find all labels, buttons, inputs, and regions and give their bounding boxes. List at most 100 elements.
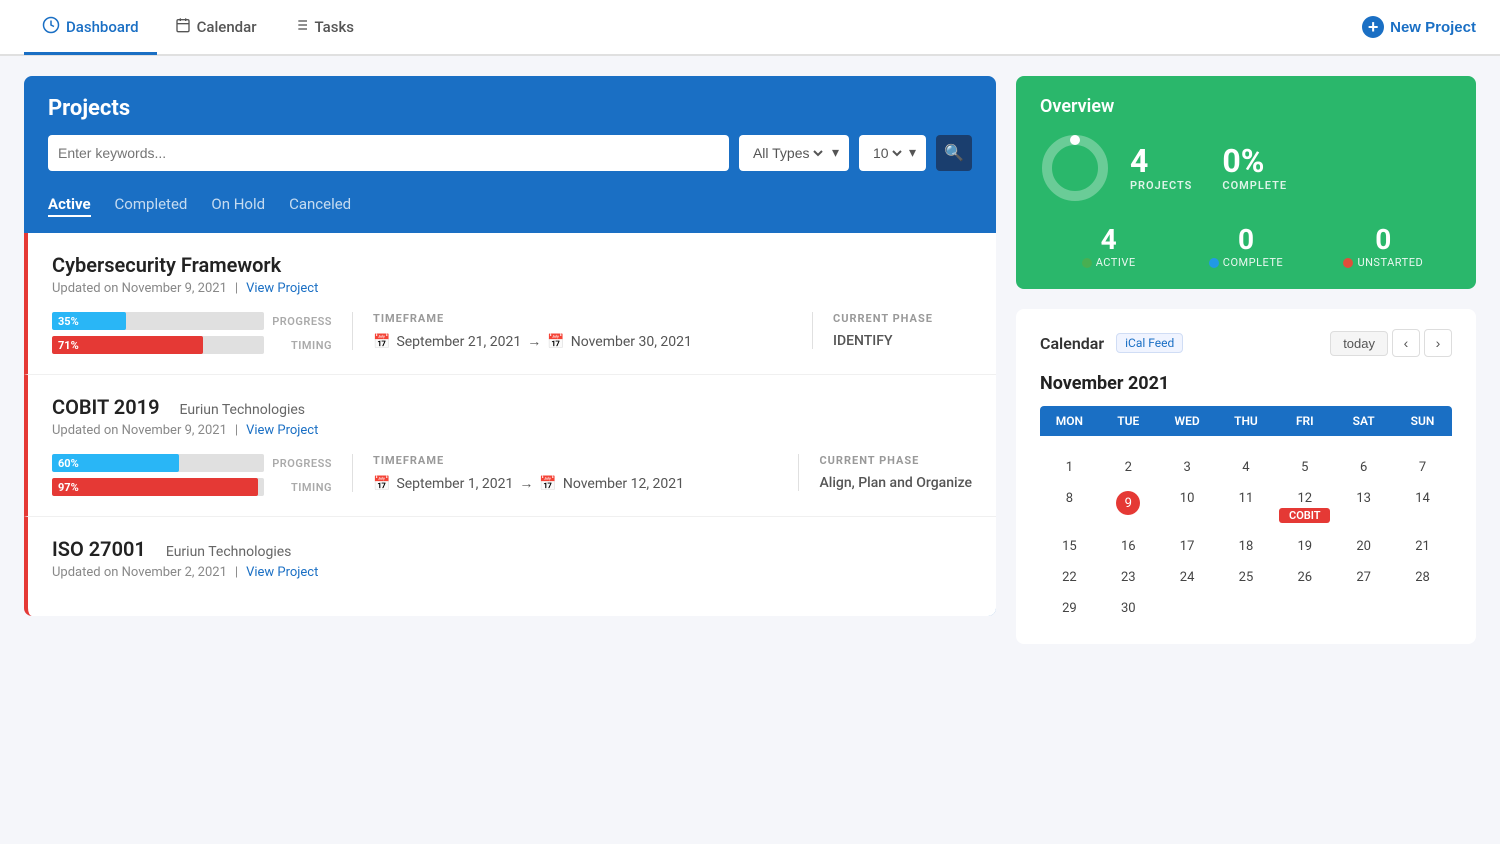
- nav-tasks-label: Tasks: [315, 18, 355, 36]
- project-updated-1: Updated on November 9, 2021: [52, 281, 227, 296]
- calendar-day-6[interactable]: 6: [1334, 452, 1393, 483]
- calendar-day-20[interactable]: 20: [1334, 531, 1393, 562]
- calendar-body: 123456789101112COBIT13141516171819202122…: [1040, 436, 1452, 624]
- day-header-sun: SUN: [1393, 406, 1452, 436]
- nav-calendar-label: Calendar: [197, 18, 257, 36]
- count-select-wrap[interactable]: 10 ▾: [859, 135, 926, 171]
- calendar-day-4[interactable]: 4: [1217, 452, 1276, 483]
- ical-badge[interactable]: iCal Feed: [1116, 333, 1183, 353]
- timing-label-1: TIMING: [272, 339, 332, 352]
- project-view-link-1[interactable]: View Project: [246, 281, 318, 296]
- calendar-day-30[interactable]: 30: [1099, 593, 1158, 624]
- filter-tabs: Active Completed On Hold Canceled: [24, 187, 996, 233]
- prev-month-button[interactable]: ‹: [1392, 329, 1420, 357]
- calendar-day-22[interactable]: 22: [1040, 562, 1099, 593]
- calendar-day-14[interactable]: 14: [1393, 483, 1452, 531]
- calendar-empty: [1158, 593, 1217, 624]
- filter-tab-completed[interactable]: Completed: [115, 195, 188, 217]
- calendar-week-3: 15161718192021: [1040, 531, 1452, 562]
- overview-bottom: 4 ACTIVE 0 COMPLETE 0: [1040, 223, 1452, 269]
- calendar-empty: [1393, 593, 1452, 624]
- calendar-day-18[interactable]: 18: [1217, 531, 1276, 562]
- project-view-link-3[interactable]: View Project: [246, 565, 318, 580]
- calendar-day-5[interactable]: 5: [1275, 452, 1334, 483]
- calendar-day-16[interactable]: 16: [1099, 531, 1158, 562]
- calendar-empty: [1217, 593, 1276, 624]
- complete-pct-label: COMPLETE: [1222, 179, 1287, 192]
- calendar-day-19[interactable]: 19: [1275, 531, 1334, 562]
- calendar-day-15[interactable]: 15: [1040, 531, 1099, 562]
- tasks-nav-icon: [293, 17, 309, 37]
- calendar-day-12[interactable]: 12COBIT: [1275, 483, 1334, 531]
- calendar-day-28[interactable]: 28: [1393, 562, 1452, 593]
- project-company-2: Euriun Technologies: [180, 402, 306, 418]
- day-header-mon: MON: [1040, 406, 1099, 436]
- project-name-1: Cybersecurity Framework: [52, 253, 972, 277]
- phase-section-2: CURRENT PHASE Align, Plan and Organize: [798, 454, 972, 491]
- calendar-empty: [1217, 436, 1276, 452]
- timing-bar-fill-1: 71%: [52, 336, 203, 354]
- calendar-empty: [1040, 436, 1099, 452]
- progress-section-2: 60% PROGRESS 97% TIMING: [52, 454, 332, 496]
- search-button[interactable]: 🔍: [936, 135, 972, 171]
- calendar-day-10[interactable]: 10: [1158, 483, 1217, 531]
- calendar-day-11[interactable]: 11: [1217, 483, 1276, 531]
- type-select[interactable]: All Types: [749, 144, 826, 162]
- calendar-empty: [1275, 436, 1334, 452]
- phase-value-2: Align, Plan and Organize: [819, 475, 972, 491]
- calendar-day-29[interactable]: 29: [1040, 593, 1099, 624]
- main-layout: Projects All Types ▾ 10: [0, 56, 1500, 664]
- progress-label-2: PROGRESS: [272, 457, 332, 470]
- calendar-day-17[interactable]: 17: [1158, 531, 1217, 562]
- calendar-event-12[interactable]: COBIT: [1279, 508, 1330, 523]
- progress-bar-bg-1: 35%: [52, 312, 264, 330]
- filter-tab-canceled[interactable]: Canceled: [289, 195, 351, 217]
- timeframe-label-2: TIMEFRAME: [373, 454, 778, 467]
- calendar-day-23[interactable]: 23: [1099, 562, 1158, 593]
- timing-bar-bg-1: 71%: [52, 336, 264, 354]
- timeframe-end-1: November 30, 2021: [571, 334, 692, 350]
- nav-tasks[interactable]: Tasks: [275, 1, 373, 55]
- calendar-day-13[interactable]: 13: [1334, 483, 1393, 531]
- project-name-row-3: ISO 27001 Euriun Technologies: [52, 537, 972, 565]
- project-view-link-2[interactable]: View Project: [246, 423, 318, 438]
- active-dot: [1082, 258, 1092, 268]
- calendar-day-1[interactable]: 1: [1040, 452, 1099, 483]
- calendar-day-2[interactable]: 2: [1099, 452, 1158, 483]
- progress-bar-bg-2: 60%: [52, 454, 264, 472]
- project-details-2: 60% PROGRESS 97% TIMING: [52, 454, 972, 496]
- search-icon: 🔍: [944, 143, 964, 163]
- type-select-wrap[interactable]: All Types ▾: [739, 135, 849, 171]
- filter-tab-active[interactable]: Active: [48, 195, 91, 217]
- calendar-day-25[interactable]: 25: [1217, 562, 1276, 593]
- calendar-header-row: Calendar iCal Feed today ‹ ›: [1040, 329, 1452, 357]
- calendar-day-24[interactable]: 24: [1158, 562, 1217, 593]
- project-name-3: ISO 27001: [52, 537, 146, 561]
- search-input[interactable]: [58, 145, 719, 161]
- calendar-day-8[interactable]: 8: [1040, 483, 1099, 531]
- calendar-day-7[interactable]: 7: [1393, 452, 1452, 483]
- today-button[interactable]: today: [1330, 331, 1388, 356]
- calendar-day-27[interactable]: 27: [1334, 562, 1393, 593]
- phase-section-1: CURRENT PHASE IDENTIFY: [812, 312, 972, 349]
- calendar-empty: [1275, 593, 1334, 624]
- progress-section-1: 35% PROGRESS 71% TIMING: [52, 312, 332, 354]
- calendar-day-21[interactable]: 21: [1393, 531, 1452, 562]
- calendar-week-0: [1040, 436, 1452, 452]
- nav-dashboard[interactable]: Dashboard: [24, 1, 157, 55]
- phase-value-1: IDENTIFY: [833, 333, 972, 349]
- nav-calendar[interactable]: Calendar: [157, 1, 275, 55]
- type-chevron-icon: ▾: [832, 145, 839, 161]
- next-month-button[interactable]: ›: [1424, 329, 1452, 357]
- count-select[interactable]: 10: [869, 144, 905, 162]
- calendar-day-26[interactable]: 26: [1275, 562, 1334, 593]
- top-nav: Dashboard Calendar Tasks + New Project: [0, 0, 1500, 56]
- unstarted-label: UNSTARTED: [1315, 256, 1452, 269]
- timeframe-end-2: November 12, 2021: [563, 476, 684, 492]
- cal-icon-start-2: 📅: [373, 476, 390, 492]
- filter-tab-onhold[interactable]: On Hold: [211, 195, 265, 217]
- new-project-button[interactable]: + New Project: [1362, 16, 1476, 38]
- calendar-day-9[interactable]: 9: [1099, 483, 1158, 531]
- complete-count: 0: [1177, 223, 1314, 256]
- calendar-day-3[interactable]: 3: [1158, 452, 1217, 483]
